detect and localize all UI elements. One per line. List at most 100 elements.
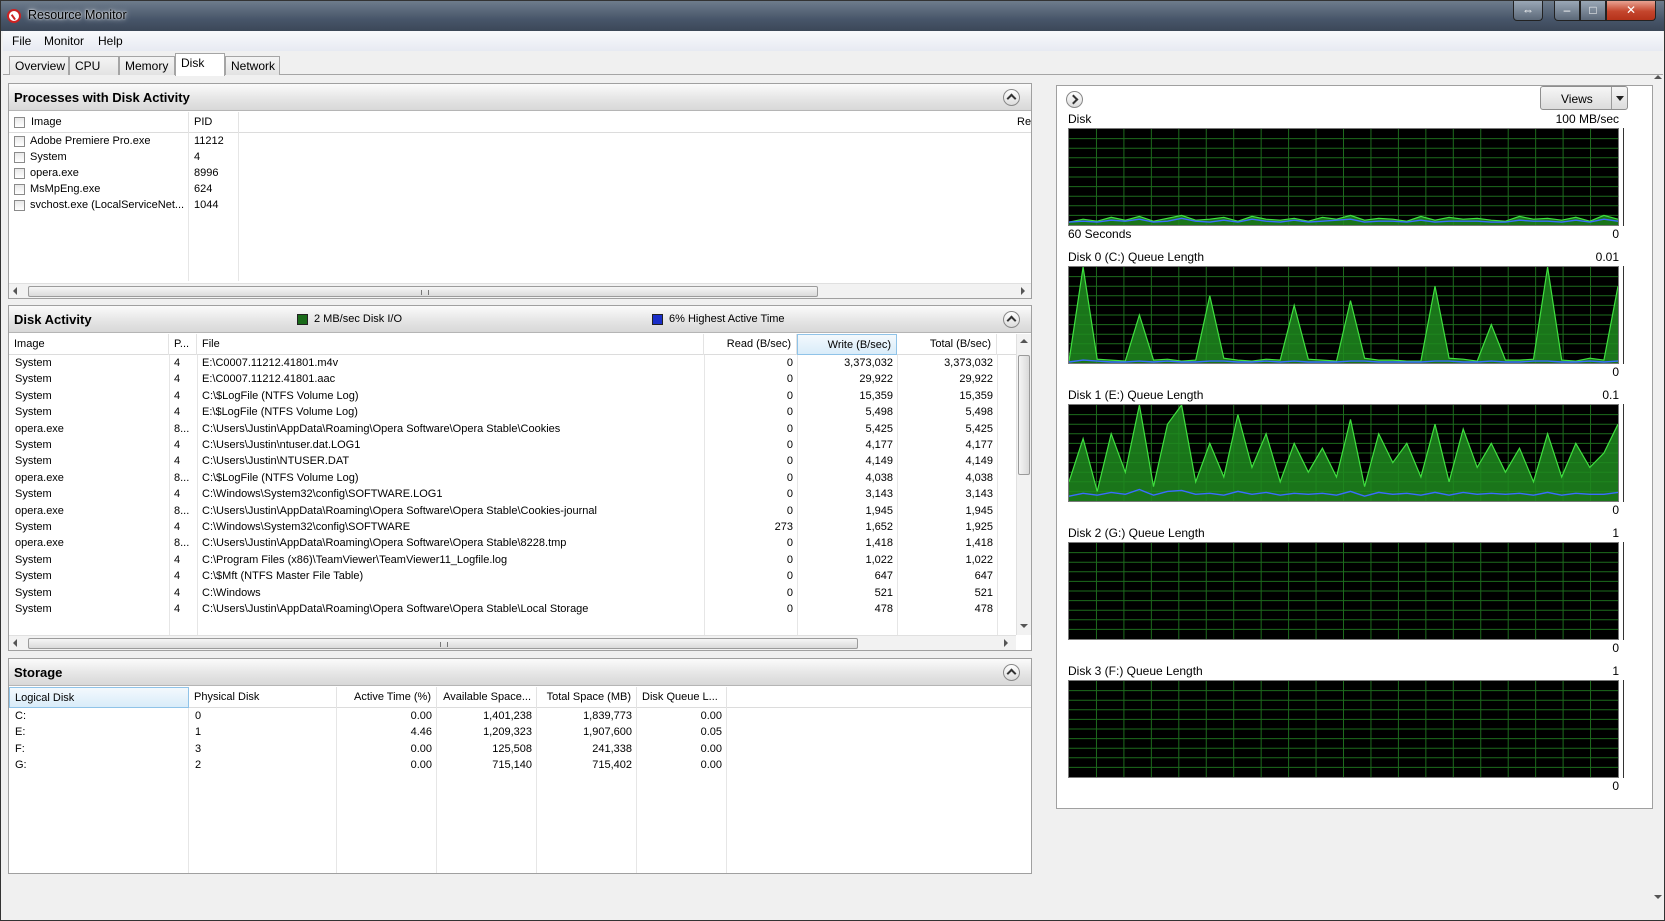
- scroll-right-icon[interactable]: [1004, 639, 1008, 647]
- menu-help[interactable]: Help: [98, 34, 123, 48]
- scroll-thumb[interactable]: [1018, 355, 1030, 475]
- disk-activity-header[interactable]: Disk Activity 2 MB/sec Disk I/O 6% Highe…: [9, 306, 1031, 333]
- disk-activity-vertical-scrollbar[interactable]: [1016, 334, 1031, 635]
- tab-memory[interactable]: Memory: [119, 56, 175, 75]
- views-dropdown[interactable]: Views: [1540, 86, 1628, 110]
- scroll-left-icon[interactable]: [13, 287, 17, 295]
- tab-overview[interactable]: Overview: [9, 56, 69, 75]
- tab-cpu[interactable]: CPU: [69, 56, 119, 75]
- scroll-down-icon[interactable]: [1020, 624, 1028, 628]
- process-image: svchost.exe (LocalServiceNet...: [30, 199, 185, 211]
- main-vertical-scrollbar[interactable]: [1653, 75, 1664, 915]
- row-checkbox[interactable]: [14, 184, 25, 195]
- table-row[interactable]: System 4 C:\Users\Justin\NTUSER.DAT 0 4,149 4…: [9, 454, 1014, 470]
- expand-icon[interactable]: [1066, 91, 1083, 108]
- graph-panel: Views Disk 100 MB/sec 0 60 Seconds Disk 0 (C…: [1056, 85, 1653, 809]
- table-row[interactable]: svchost.exe (LocalServiceNet... 1044: [9, 198, 1009, 214]
- table-row[interactable]: System 4: [9, 150, 1009, 166]
- row-total: 29,922: [959, 373, 993, 386]
- scroll-right-icon[interactable]: [1021, 287, 1025, 295]
- column-logical-disk[interactable]: Logical Disk: [9, 687, 189, 708]
- minimize-button[interactable]: –: [1554, 1, 1580, 21]
- graph-canvas: [1069, 129, 1618, 225]
- table-row[interactable]: G: 2 0.00 715,140 715,402 0.00: [9, 758, 1009, 774]
- column-image[interactable]: Image: [9, 334, 169, 355]
- tab-network[interactable]: Network: [225, 56, 280, 75]
- table-row[interactable]: opera.exe 8... C:\$LogFile (NTFS Volume Lo…: [9, 471, 1014, 487]
- row-available-space: 125,508: [492, 742, 532, 755]
- table-row[interactable]: System 4 C:\$Mft (NTFS Master File Table) 0…: [9, 569, 1014, 585]
- table-row[interactable]: Adobe Premiere Pro.exe 11212: [9, 134, 1009, 150]
- table-row[interactable]: opera.exe 8... C:\Users\Justin\AppData\Roa…: [9, 536, 1014, 552]
- table-row[interactable]: System 4 C:\Program Files (x86)\TeamViewer…: [9, 553, 1014, 569]
- tab-disk[interactable]: Disk: [175, 53, 225, 76]
- row-checkbox[interactable]: [14, 152, 25, 163]
- column-active-time[interactable]: Active Time (%): [337, 687, 437, 708]
- table-row[interactable]: E: 1 4.46 1,209,323 1,907,600 0.05: [9, 725, 1009, 741]
- table-row[interactable]: F: 3 0.00 125,508 241,338 0.00: [9, 742, 1009, 758]
- column-disk-queue-length[interactable]: Disk Queue L...: [637, 687, 727, 708]
- process-image: System: [30, 151, 67, 163]
- row-image: System: [15, 570, 52, 583]
- row-checkbox[interactable]: [14, 200, 25, 211]
- table-row[interactable]: System 4 E:\C0007.11212.41801.m4v 0 3,373,03…: [9, 356, 1014, 372]
- table-row[interactable]: System 4 C:\Windows\System32\config\SOFTWA…: [9, 520, 1014, 536]
- row-checkbox[interactable]: [14, 168, 25, 179]
- row-checkbox[interactable]: [14, 136, 25, 147]
- row-total-space: 1,907,600: [583, 726, 632, 739]
- row-read: 0: [786, 455, 793, 468]
- table-row[interactable]: opera.exe 8... C:\Users\Justin\AppData\Roa…: [9, 504, 1014, 520]
- table-row[interactable]: System 4 C:\$LogFile (NTFS Volume Log) 0 15,…: [9, 389, 1014, 405]
- graph-min-label: 0: [1612, 365, 1619, 379]
- select-all-checkbox[interactable]: [14, 117, 25, 128]
- graph-scale: [1621, 542, 1624, 640]
- table-row[interactable]: System 4 C:\Windows 0 521 521: [9, 586, 1014, 602]
- row-file: C:\Users\Justin\NTUSER.DAT: [202, 455, 350, 468]
- column-image[interactable]: Image: [9, 112, 189, 133]
- table-row[interactable]: System 4 E:\$LogFile (NTFS Volume Log) 0 5,4…: [9, 405, 1014, 421]
- collapse-icon[interactable]: [1003, 311, 1020, 328]
- table-row[interactable]: opera.exe 8... C:\Users\Justin\AppData\Roa…: [9, 422, 1014, 438]
- table-row[interactable]: System 4 C:\Users\Justin\ntuser.dat.LOG1 0 4…: [9, 438, 1014, 454]
- processes-horizontal-scrollbar[interactable]: [9, 283, 1031, 298]
- row-read: 0: [786, 471, 793, 484]
- column-read[interactable]: Re: [1012, 112, 1031, 133]
- scroll-down-icon[interactable]: [1654, 895, 1662, 899]
- table-row[interactable]: System 4 C:\Users\Justin\AppData\Roaming\O…: [9, 602, 1014, 618]
- column-file[interactable]: File: [197, 334, 704, 355]
- table-row[interactable]: C: 0 0.00 1,401,238 1,839,773 0.00: [9, 709, 1009, 725]
- collapse-icon[interactable]: [1003, 664, 1020, 681]
- column-total-space[interactable]: Total Space (MB): [537, 687, 637, 708]
- column-write[interactable]: Write (B/sec): [797, 334, 897, 355]
- resize-icon[interactable]: ⇔: [1513, 1, 1543, 21]
- collapse-icon[interactable]: [1003, 89, 1020, 106]
- scroll-thumb[interactable]: [28, 286, 818, 297]
- table-row[interactable]: opera.exe 8996: [9, 166, 1009, 182]
- chevron-down-icon[interactable]: [1611, 87, 1627, 109]
- scroll-thumb[interactable]: [28, 638, 858, 649]
- table-row[interactable]: System 4 E:\C0007.11212.41801.aac 0 29,922 29…: [9, 372, 1014, 388]
- column-total[interactable]: Total (B/sec): [897, 334, 997, 355]
- column-pid[interactable]: PID: [189, 112, 239, 133]
- scroll-up-icon[interactable]: [1020, 339, 1028, 343]
- column-read[interactable]: Read (B/sec): [704, 334, 797, 355]
- row-read: 0: [786, 586, 793, 599]
- column-pid[interactable]: P...: [169, 334, 197, 355]
- menu-monitor[interactable]: Monitor: [44, 34, 84, 48]
- processes-header[interactable]: Processes with Disk Activity: [9, 84, 1031, 111]
- table-row[interactable]: MsMpEng.exe 624: [9, 182, 1009, 198]
- table-row[interactable]: System 4 C:\Windows\System32\config\SOFTWA…: [9, 487, 1014, 503]
- graph-title: Disk 1 (E:) Queue Length: [1068, 388, 1204, 402]
- row-read: 0: [786, 504, 793, 517]
- disk-graph: [1068, 680, 1619, 778]
- menu-file[interactable]: File: [12, 34, 31, 48]
- column-available-space[interactable]: Available Space...: [437, 687, 537, 708]
- storage-header[interactable]: Storage: [9, 659, 1031, 686]
- maximize-button[interactable]: □: [1580, 1, 1606, 21]
- close-button[interactable]: ✕: [1606, 1, 1656, 21]
- column-physical-disk[interactable]: Physical Disk: [189, 687, 337, 708]
- disk-activity-horizontal-scrollbar[interactable]: [9, 635, 1016, 650]
- row-active-time: 0.00: [410, 759, 432, 772]
- scroll-up-icon[interactable]: [1654, 75, 1662, 79]
- scroll-left-icon[interactable]: [13, 639, 17, 647]
